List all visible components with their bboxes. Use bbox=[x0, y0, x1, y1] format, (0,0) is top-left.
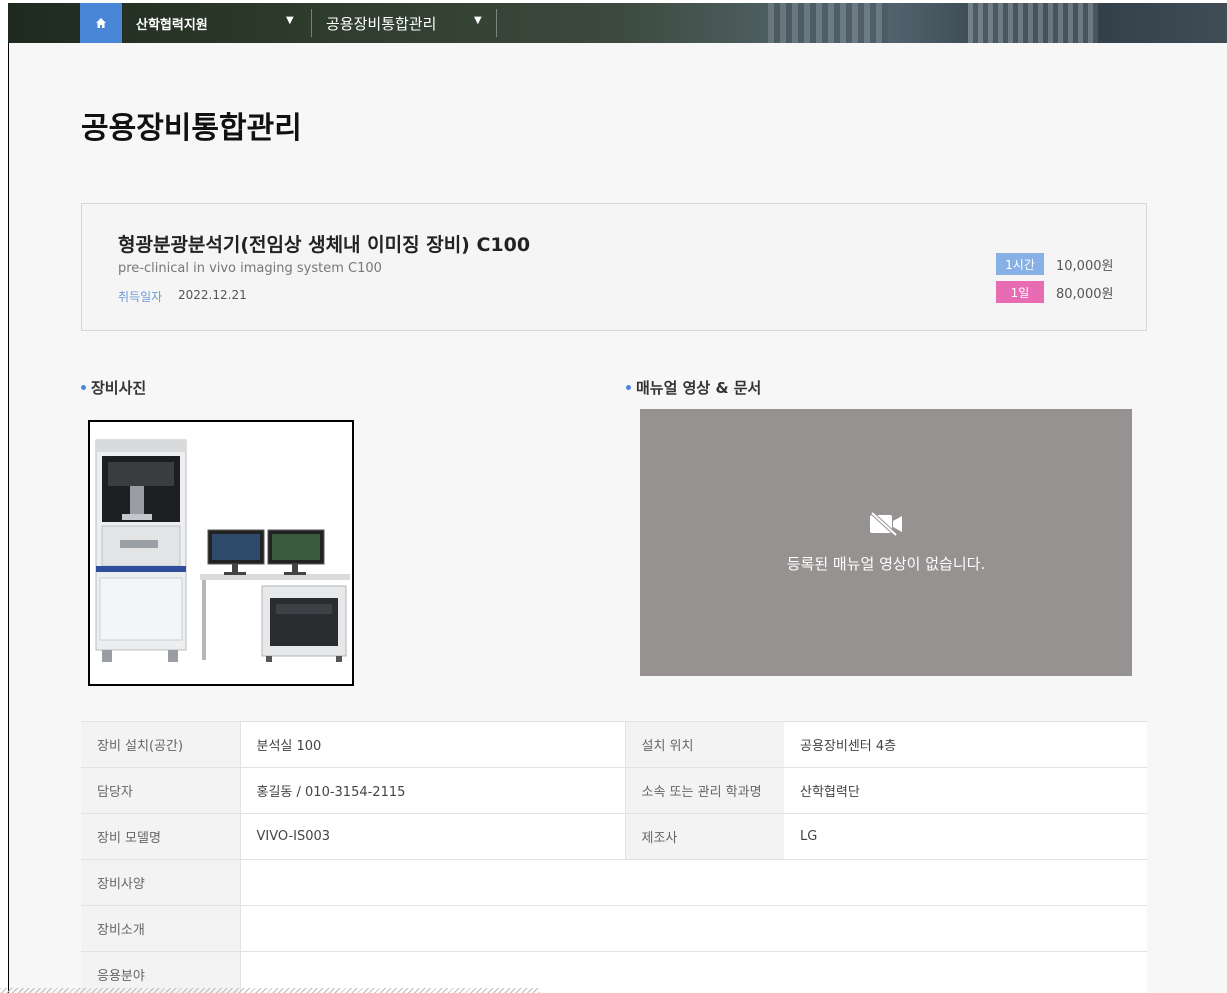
table-row: 담당자 홍길동 / 010-3154-2115 소속 또는 관리 학과명 산학협… bbox=[81, 767, 1147, 814]
acquired-date-value: 2022.12.21 bbox=[178, 288, 247, 302]
info-label: 담당자 bbox=[81, 767, 240, 814]
info-value: 산학협력단 bbox=[784, 767, 1147, 814]
page-title: 공용장비통합관리 bbox=[81, 111, 302, 146]
manual-video-placeholder: 등록된 매뉴얼 영상이 없습니다. bbox=[640, 409, 1132, 676]
section-title-text: 매뉴얼 영상 & 문서 bbox=[636, 379, 762, 397]
equipment-info-table: 장비 설치(공간) 분석실 100 설치 위치 공용장비센터 4층 담당자 홍길… bbox=[81, 721, 1147, 993]
background-building-image bbox=[768, 3, 888, 43]
info-value: 분석실 100 bbox=[239, 721, 625, 768]
equipment-illustration bbox=[90, 422, 352, 684]
home-button[interactable] bbox=[80, 3, 122, 43]
bullet-icon bbox=[626, 385, 631, 390]
table-row: 장비소개 bbox=[81, 905, 1147, 952]
section-title-manual: 매뉴얼 영상 & 문서 bbox=[626, 377, 761, 398]
section-title-text: 장비사진 bbox=[91, 379, 147, 397]
section-title-photo: 장비사진 bbox=[81, 377, 146, 398]
nav-divider bbox=[311, 9, 312, 37]
nav-divider bbox=[496, 9, 497, 37]
info-label: 장비 설치(공간) bbox=[81, 721, 240, 768]
table-row: 응용분야 bbox=[81, 951, 1147, 993]
info-value: LG bbox=[784, 813, 1147, 860]
table-row: 장비 모델명 VIVO-IS003 제조사 LG bbox=[81, 813, 1147, 860]
price-row-hour: 1시간 10,000원 bbox=[996, 253, 1113, 275]
info-label: 장비 모델명 bbox=[81, 813, 240, 860]
info-value: 공용장비센터 4층 bbox=[784, 721, 1147, 768]
info-value bbox=[239, 905, 1147, 952]
page-cutoff-edge bbox=[0, 988, 540, 993]
price-unit-badge: 1시간 bbox=[996, 253, 1044, 275]
top-navigation-bar: 산학협력지원 ▼ 공용장비통합관리 ▼ bbox=[8, 3, 1227, 43]
info-label: 설치 위치 bbox=[624, 721, 784, 768]
table-row: 장비사양 bbox=[81, 859, 1147, 906]
info-label: 응용분야 bbox=[81, 951, 240, 993]
equipment-photo[interactable] bbox=[88, 420, 354, 686]
nav-menu-level1[interactable]: 산학협력지원 bbox=[136, 3, 208, 43]
bullet-icon bbox=[81, 385, 86, 390]
no-video-message: 등록된 매뉴얼 영상이 없습니다. bbox=[786, 555, 986, 573]
info-label: 제조사 bbox=[624, 813, 784, 860]
info-value bbox=[239, 951, 1147, 993]
info-value: 홍길동 / 010-3154-2115 bbox=[239, 767, 625, 814]
equipment-name-en: pre-clinical in vivo imaging system C100 bbox=[118, 261, 382, 276]
home-icon bbox=[96, 18, 106, 28]
video-off-icon bbox=[869, 511, 902, 537]
info-label: 장비사양 bbox=[81, 859, 240, 906]
caret-down-icon[interactable]: ▼ bbox=[286, 15, 294, 26]
content-panel: 공용장비통합관리 형광분광분석기(전임상 생체내 이미징 장비) C100 pr… bbox=[8, 43, 1227, 993]
acquired-date-label: 취득일자 bbox=[118, 290, 163, 304]
info-label: 장비소개 bbox=[81, 905, 240, 952]
price-row-day: 1일 80,000원 bbox=[996, 281, 1113, 303]
equipment-name: 형광분광분석기(전임상 생체내 이미징 장비) C100 bbox=[118, 234, 531, 256]
info-value bbox=[239, 859, 1147, 906]
table-row: 장비 설치(공간) 분석실 100 설치 위치 공용장비센터 4층 bbox=[81, 721, 1147, 768]
equipment-summary-card: 형광분광분석기(전임상 생체내 이미징 장비) C100 pre-clinica… bbox=[81, 203, 1147, 331]
nav-menu-level2[interactable]: 공용장비통합관리 bbox=[326, 3, 436, 43]
price-amount: 80,000원 bbox=[1056, 286, 1114, 302]
price-unit-badge: 1일 bbox=[996, 281, 1044, 303]
info-value: VIVO-IS003 bbox=[239, 813, 625, 860]
price-amount: 10,000원 bbox=[1056, 258, 1114, 274]
caret-down-icon[interactable]: ▼ bbox=[474, 15, 482, 26]
background-building-image bbox=[968, 3, 1098, 43]
info-label: 소속 또는 관리 학과명 bbox=[624, 767, 784, 814]
